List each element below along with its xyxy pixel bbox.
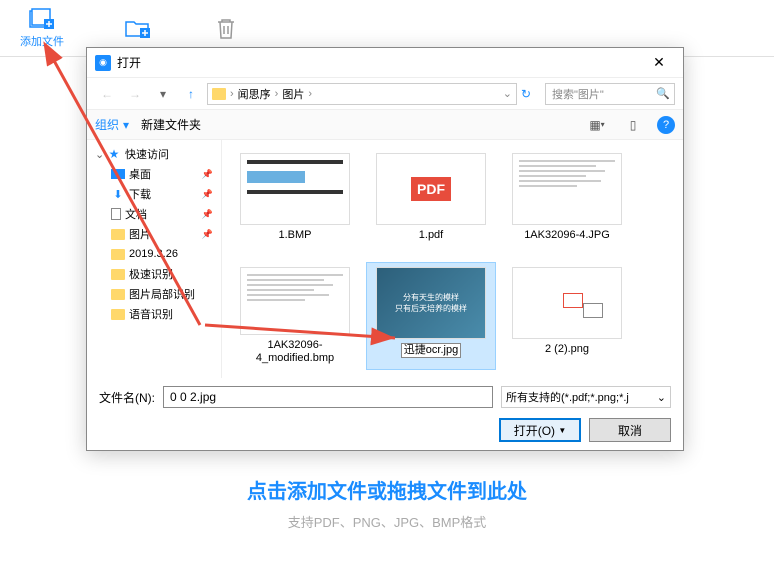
- add-file-button[interactable]: 添加文件: [20, 7, 64, 49]
- filename-input[interactable]: [163, 386, 493, 408]
- folder-icon: [111, 248, 125, 260]
- tree-folder-1[interactable]: 2019.3.26: [87, 244, 221, 264]
- view-thumbnails-button[interactable]: ▦▾: [585, 115, 609, 135]
- tree-desktop[interactable]: 桌面📌: [87, 164, 221, 184]
- tree-folder-2[interactable]: 极速识别: [87, 264, 221, 284]
- path-sep: ›: [308, 88, 312, 100]
- new-folder-button[interactable]: 新建文件夹: [141, 116, 201, 133]
- drop-zone[interactable]: 点击添加文件或拖拽文件到此处 支持PDF、PNG、JPG、BMP格式: [0, 475, 774, 531]
- nav-up-button[interactable]: ↑: [179, 82, 203, 106]
- desktop-icon: [111, 169, 125, 179]
- pdf-badge: PDF: [411, 177, 451, 201]
- nav-forward-button[interactable]: →: [123, 82, 147, 106]
- file-thumb: PDF: [376, 153, 486, 225]
- file-name: 1.pdf: [419, 229, 443, 242]
- file-item[interactable]: 1AK32096-4_modified.bmp: [230, 262, 360, 370]
- file-thumb: [240, 267, 350, 335]
- document-icon: [111, 208, 121, 220]
- path-sep: ›: [230, 88, 234, 100]
- search-icon: 🔍: [656, 87, 670, 100]
- dialog-title: 打开: [117, 54, 643, 71]
- path-segment-folder[interactable]: 图片: [282, 86, 304, 102]
- folder-icon: [111, 268, 125, 280]
- cancel-button[interactable]: 取消: [589, 418, 671, 442]
- file-name: 1AK32096-4.JPG: [524, 229, 610, 242]
- organize-button[interactable]: 组织 ▾: [95, 116, 129, 133]
- path-sep: ›: [275, 88, 279, 100]
- delete-button[interactable]: [212, 16, 240, 40]
- pin-icon: 📌: [202, 169, 213, 180]
- file-item-selected[interactable]: 分有天生的模样只有后天培养的模样 迅捷ocr.jpg: [366, 262, 496, 370]
- drop-title: 点击添加文件或拖拽文件到此处: [0, 475, 774, 504]
- file-item[interactable]: PDF 1.pdf: [366, 148, 496, 256]
- file-grid: 1.BMP PDF 1.pdf 1AK32096-4.JPG 1AK32096-…: [222, 140, 683, 378]
- file-thumb: [512, 267, 622, 339]
- file-thumb: [240, 153, 350, 225]
- file-name: 2 (2).png: [545, 343, 589, 356]
- path-segment-user[interactable]: 闻思序: [238, 86, 271, 102]
- add-folder-button[interactable]: [124, 16, 152, 40]
- nav-history-button[interactable]: ▾: [151, 82, 175, 106]
- nav-bar: ← → ▾ ↑ › 闻思序 › 图片 › ⌄ ↻ 搜索"图片" 🔍: [87, 78, 683, 110]
- file-name: 1AK32096-4_modified.bmp: [235, 339, 355, 365]
- path-dropdown[interactable]: ⌄: [503, 87, 512, 100]
- close-button[interactable]: ✕: [643, 50, 675, 76]
- chevron-down-icon: ⌄: [657, 391, 666, 404]
- file-item[interactable]: 1.BMP: [230, 148, 360, 256]
- star-icon: ★: [107, 148, 121, 160]
- search-placeholder: 搜索"图片": [552, 86, 604, 102]
- dialog-titlebar: ◉ 打开 ✕: [87, 48, 683, 78]
- folder-icon: [111, 308, 125, 320]
- split-arrow-icon: ▼: [558, 426, 566, 435]
- command-bar: 组织 ▾ 新建文件夹 ▦▾ ▯ ?: [87, 110, 683, 140]
- open-button[interactable]: 打开(O) ▼: [499, 418, 581, 442]
- tree-pictures[interactable]: 图片📌: [87, 224, 221, 244]
- nav-back-button[interactable]: ←: [95, 82, 119, 106]
- file-thumb: 分有天生的模样只有后天培养的模样: [376, 267, 486, 339]
- dialog-footer: 文件名(N): 所有支持的(*.pdf;*.png;*.j ⌄ 打开(O) ▼ …: [87, 378, 683, 450]
- pictures-icon: [111, 228, 125, 240]
- download-icon: ⬇: [111, 188, 125, 200]
- pin-icon: 📌: [202, 189, 213, 200]
- chevron-down-icon: ▾: [123, 118, 129, 132]
- folder-icon: [212, 88, 226, 100]
- filename-label: 文件名(N):: [99, 389, 155, 406]
- file-name: 1.BMP: [278, 229, 311, 242]
- view-details-button[interactable]: ▯: [621, 115, 645, 135]
- tree-downloads[interactable]: ⬇下载📌: [87, 184, 221, 204]
- file-thumb: [512, 153, 622, 225]
- drop-subtitle: 支持PDF、PNG、JPG、BMP格式: [0, 512, 774, 531]
- tree-folder-4[interactable]: 语音识别: [87, 304, 221, 324]
- open-file-dialog: ◉ 打开 ✕ ← → ▾ ↑ › 闻思序 › 图片 › ⌄ ↻ 搜索"图片" 🔍…: [86, 47, 684, 451]
- file-name: 迅捷ocr.jpg: [401, 343, 461, 358]
- pin-icon: 📌: [202, 229, 213, 240]
- file-item[interactable]: 2 (2).png: [502, 262, 632, 370]
- add-file-label: 添加文件: [20, 33, 64, 49]
- help-button[interactable]: ?: [657, 116, 675, 134]
- search-input[interactable]: 搜索"图片" 🔍: [545, 83, 675, 105]
- address-bar[interactable]: › 闻思序 › 图片 › ⌄: [207, 83, 517, 105]
- tree-documents[interactable]: 文档📌: [87, 204, 221, 224]
- dialog-icon: ◉: [95, 55, 111, 71]
- file-item[interactable]: 1AK32096-4.JPG: [502, 148, 632, 256]
- tree-folder-3[interactable]: 图片局部识别: [87, 284, 221, 304]
- nav-tree: ⌄★快速访问 桌面📌 ⬇下载📌 文档📌 图片📌 2019.3.26 极速识别 图…: [87, 140, 222, 378]
- folder-icon: [111, 288, 125, 300]
- pin-icon: 📌: [202, 209, 213, 220]
- filetype-select[interactable]: 所有支持的(*.pdf;*.png;*.j ⌄: [501, 386, 671, 408]
- tree-quick-access[interactable]: ⌄★快速访问: [87, 144, 221, 164]
- refresh-button[interactable]: ↻: [521, 87, 541, 101]
